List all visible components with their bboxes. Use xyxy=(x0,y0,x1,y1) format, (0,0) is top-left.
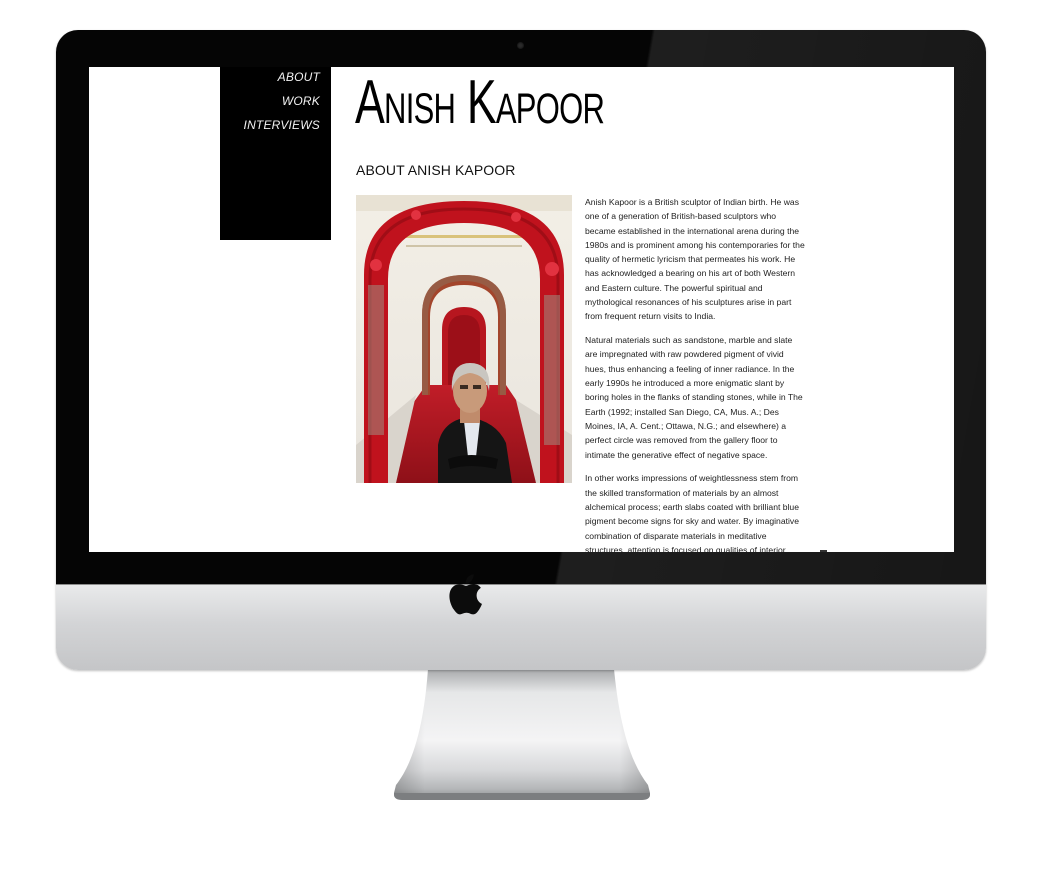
site-nav: ABOUT WORK INTERVIEWS xyxy=(220,67,331,240)
page-heading: ABOUT ANISH KAPOOR xyxy=(356,162,516,178)
nav-link-about[interactable]: ABOUT xyxy=(278,70,320,84)
website-screen: ABOUT WORK INTERVIEWS Anish Kapoor ABOUT… xyxy=(89,67,954,552)
bio-paragraph-2: Natural materials such as sandstone, mar… xyxy=(585,335,803,460)
nav-link-work[interactable]: WORK xyxy=(282,94,320,108)
scroll-indicator[interactable] xyxy=(820,550,827,552)
monitor-stand xyxy=(394,669,650,800)
camera-icon xyxy=(517,42,524,49)
monitor-chin xyxy=(56,584,986,670)
site-title[interactable]: Anish Kapoor xyxy=(355,71,605,135)
bio-text: Anish Kapoor is a British sculptor of In… xyxy=(585,195,807,552)
artist-photo xyxy=(356,195,572,483)
apple-logo-icon xyxy=(449,574,482,615)
bio-paragraph-3: In other works impressions of weightless… xyxy=(585,473,799,552)
nav-link-interviews[interactable]: INTERVIEWS xyxy=(244,118,320,132)
bio-paragraph-1: Anish Kapoor is a British sculptor of In… xyxy=(585,197,805,322)
